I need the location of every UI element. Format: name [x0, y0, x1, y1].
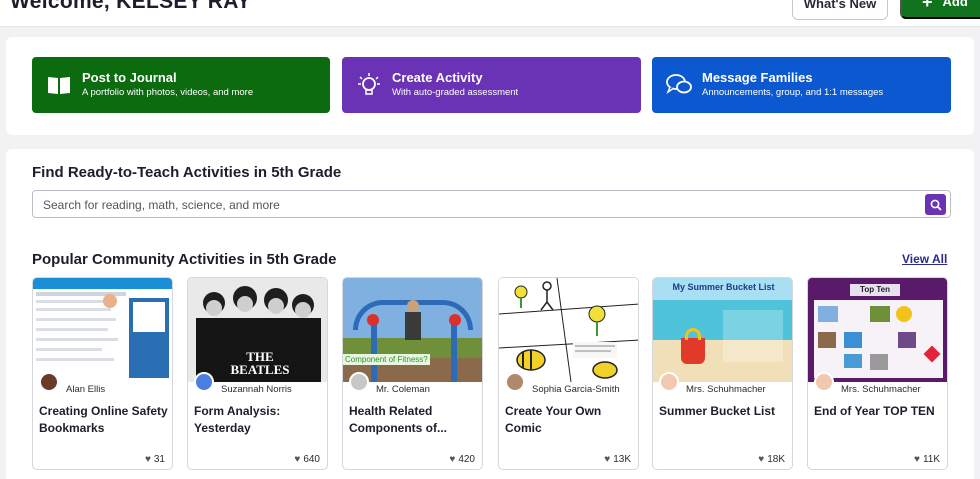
avatar	[194, 372, 214, 392]
activity-card[interactable]: THE BEATLES Suzannah Norris Form Analysi…	[187, 277, 328, 470]
activity-card[interactable]: My Summer Bucket List Mrs. Schuhmacher S…	[652, 277, 793, 470]
activity-thumbnail: THE BEATLES	[188, 278, 327, 382]
likes-count: 11K	[922, 454, 940, 465]
activity-card[interactable]: Sophia Garcia-Smith Create Your Own Comi…	[498, 277, 639, 470]
likes-count: 18K	[767, 454, 785, 465]
activity-thumbnail	[499, 278, 638, 382]
action-subtitle: Announcements, group, and 1:1 messages	[702, 87, 884, 98]
card-likes: ♥ 420	[449, 454, 475, 465]
activities-panel: Find Ready-to-Teach Activities in 5th Gr…	[6, 149, 974, 479]
card-likes: ♥ 11K	[914, 454, 940, 465]
lightbulb-icon	[354, 70, 384, 100]
top-bar: Welcome, KELSEY RAY What's New + Add	[0, 0, 980, 27]
whats-new-button[interactable]: What's New	[792, 0, 888, 20]
find-activities-heading: Find Ready-to-Teach Activities in 5th Gr…	[32, 164, 342, 181]
card-title: Health Related Components of...	[349, 404, 447, 435]
avatar	[814, 372, 834, 392]
activity-thumbnail: My Summer Bucket List	[653, 278, 792, 382]
add-button[interactable]: + Add	[900, 0, 980, 19]
action-subtitle: With auto-graded assessment	[392, 87, 519, 98]
card-likes: ♥ 18K	[758, 454, 785, 465]
card-author: Alan Ellis	[66, 384, 106, 395]
action-subtitle: A portfolio with photos, videos, and mor…	[82, 87, 254, 98]
card-title: Summer Bucket List	[659, 404, 776, 418]
create-activity-button[interactable]: Create Activity With auto-graded assessm…	[342, 57, 641, 113]
book-open-icon	[44, 70, 74, 100]
card-author: Mrs. Schuhmacher	[686, 384, 766, 395]
heart-icon: ♥	[294, 454, 301, 465]
card-author: Mr. Coleman	[376, 384, 430, 395]
avatar	[659, 372, 679, 392]
thumbnail-caption: THE BEATLES	[230, 349, 290, 377]
avatar	[505, 372, 525, 392]
search-icon	[930, 199, 942, 211]
heart-icon: ♥	[449, 454, 456, 465]
thumbnail-caption: My Summer Bucket List	[672, 282, 775, 292]
activity-thumbnail: Component of Fitness?	[343, 278, 482, 382]
avatar	[349, 372, 369, 392]
heart-icon: ♥	[604, 454, 611, 465]
activity-thumbnail: Top Ten	[808, 278, 947, 382]
card-author: Suzannah Norris	[221, 384, 292, 395]
card-author: Mrs. Schuhmacher	[841, 384, 921, 395]
popular-activities-heading: Popular Community Activities in 5th Grad…	[32, 251, 337, 268]
search-bar[interactable]: Search for reading, math, science, and m…	[32, 190, 951, 218]
plus-icon: +	[922, 0, 933, 12]
card-likes: ♥ 31	[145, 454, 165, 465]
thumbnail-caption: Component of Fitness?	[343, 354, 430, 365]
view-all-link[interactable]: View All	[902, 252, 947, 266]
card-title: Form Analysis: Yesterday	[194, 404, 281, 435]
activity-card[interactable]: Alan Ellis Creating Online Safety Bookma…	[32, 277, 173, 470]
search-input[interactable]: Search for reading, math, science, and m…	[43, 198, 280, 212]
message-families-button[interactable]: Message Families Announcements, group, a…	[652, 57, 951, 113]
post-to-journal-button[interactable]: Post to Journal A portfolio with photos,…	[32, 57, 330, 113]
welcome-heading: Welcome, KELSEY RAY	[10, 0, 252, 13]
card-title: Creating Online Safety Bookmarks	[39, 404, 168, 435]
heart-icon: ♥	[914, 454, 920, 465]
action-title: Post to Journal	[82, 70, 177, 85]
card-title: End of Year TOP TEN	[814, 404, 935, 418]
heart-icon: ♥	[144, 454, 151, 465]
activity-card[interactable]: Component of Fitness? Mr. Coleman Health…	[342, 277, 483, 470]
add-button-label: Add	[942, 0, 968, 9]
likes-count: 13K	[613, 454, 631, 465]
likes-count: 640	[303, 454, 320, 465]
chat-bubbles-icon	[664, 70, 694, 100]
search-button[interactable]	[925, 194, 946, 215]
avatar	[39, 372, 59, 392]
heart-icon: ♥	[758, 454, 765, 465]
quick-actions-panel: Post to Journal A portfolio with photos,…	[6, 37, 974, 135]
thumbnail-caption: Top Ten	[850, 284, 900, 296]
likes-count: 420	[458, 454, 475, 465]
activity-card[interactable]: Top Ten Mrs. Schuhmacher End of Year TOP…	[807, 277, 948, 470]
card-likes: ♥ 640	[294, 454, 320, 465]
action-title: Message Families	[702, 70, 813, 85]
likes-count: 31	[153, 454, 165, 465]
card-title: Create Your Own Comic	[505, 404, 602, 435]
action-title: Create Activity	[392, 70, 483, 85]
card-author: Sophia Garcia-Smith	[532, 384, 620, 395]
activity-thumbnail	[33, 278, 172, 382]
card-likes: ♥ 13K	[604, 454, 631, 465]
